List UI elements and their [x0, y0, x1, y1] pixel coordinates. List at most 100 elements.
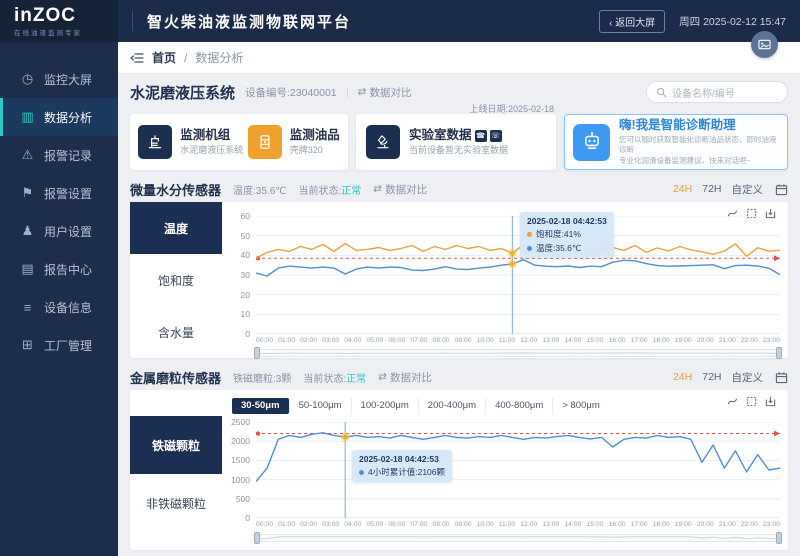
section-header-moisture: 微量水分传感器 温度:35.6℃ 当前状态:正常 ⇄数据对比 24H72H自定义 [130, 180, 788, 198]
range-自定义[interactable]: 自定义 [732, 370, 764, 385]
search-icon [656, 87, 667, 98]
status-normal: 正常 [341, 186, 361, 197]
factory-mgmt-icon: ⊞ [20, 337, 35, 353]
slider-left-handle[interactable] [254, 532, 260, 544]
search-placeholder: 设备名称/编号 [672, 85, 735, 100]
section1-compare-link[interactable]: ⇄数据对比 [373, 182, 427, 197]
range-72h[interactable]: 72H [702, 371, 721, 383]
breadcrumb-current: 数据分析 [195, 49, 243, 66]
alarm-records-icon: ⚠ [20, 147, 35, 163]
lab-data-card: 上线日期:2025-02-18 实验室数据☎☏ 当前设备暂无实验室数据 [356, 114, 556, 170]
moisture-chart-card: 温度饱和度含水量 0102030405060 00:0001:0002:0003… [130, 202, 788, 358]
menu-collapse-icon[interactable] [130, 52, 144, 64]
sidebar: ◷监控大屏▥数据分析⚠报警记录⚑报警设置♟用户设置▤报告中心≡设备信息⊞工厂管理 [0, 42, 118, 556]
oil-label: 监测油品 [290, 128, 340, 143]
particles-tabs: 铁磁颗粒非铁磁颗粒 [130, 390, 222, 550]
header-divider [132, 11, 133, 31]
slider-right-handle[interactable] [776, 347, 782, 359]
device-code: 设备编号:23040001 [245, 85, 337, 100]
particles-line-chart[interactable] [256, 422, 780, 518]
cumulative-dot [359, 470, 364, 475]
unit-value: 水泥磨液压系统 [180, 144, 243, 156]
device-compare-link[interactable]: ⇄ 数据对比 [358, 85, 412, 100]
range-24h[interactable]: 24H [673, 371, 692, 383]
saturation-dot [527, 232, 532, 237]
chart1-tooltip: 2025-02-18 04:42:53 饱和度:41% 温度:35.6℃ [520, 212, 614, 258]
size-filter-100-200μm[interactable]: 100-200μm [351, 398, 418, 414]
breadcrumb-separator: / [184, 51, 187, 65]
size-filter-200-400μm[interactable]: 200-400μm [418, 398, 485, 414]
sidebar-item-report-center[interactable]: ▤报告中心 [0, 250, 118, 288]
monitor-screen-icon: ◷ [20, 71, 35, 87]
chart1-datazoom-slider[interactable] [256, 349, 780, 357]
size-filter-> 800μm[interactable]: > 800μm [552, 398, 608, 414]
device-info-icon: ≡ [20, 300, 35, 315]
chart-tab-饱和度[interactable]: 饱和度 [130, 254, 222, 306]
section1-status: 当前状态:正常 [299, 182, 362, 197]
datazoom-icon[interactable] [727, 208, 738, 219]
machine-icon [138, 125, 172, 159]
sidebar-item-factory-mgmt[interactable]: ⊞工厂管理 [0, 326, 118, 364]
restore-frame-icon[interactable] [746, 208, 757, 219]
section2-status: 当前状态:正常 [303, 370, 366, 385]
particle-size-filters: 30-50μm50-100μm100-200μm200-400μm400-800… [232, 398, 609, 414]
lab-value: 当前设备暂无实验室数据 [409, 144, 508, 156]
screen-capture-button[interactable] [751, 31, 778, 58]
sidebar-item-device-info[interactable]: ≡设备信息 [0, 288, 118, 326]
size-filter-30-50μm[interactable]: 30-50μm [232, 398, 289, 414]
restore-frame-icon[interactable] [746, 396, 757, 407]
unit-label: 监测机组 [180, 128, 243, 143]
microscope-icon [366, 125, 400, 159]
moisture-line-chart[interactable] [256, 216, 780, 334]
sidebar-item-alarm-records[interactable]: ⚠报警记录 [0, 136, 118, 174]
chart-tab-铁磁颗粒[interactable]: 铁磁颗粒 [130, 416, 222, 474]
chart1-x-axis: 00:0001:0002:0003:0004:0005:0006:0007:00… [256, 337, 780, 344]
logo: inZOC 在线油液监测专家 [0, 0, 118, 42]
range-72h[interactable]: 72H [702, 183, 721, 195]
image-icon [758, 38, 771, 51]
chart-tab-非铁磁颗粒[interactable]: 非铁磁颗粒 [130, 474, 222, 532]
section1-title: 微量水分传感器 [130, 180, 221, 199]
section2-compare-link[interactable]: ⇄数据对比 [378, 370, 432, 385]
datazoom-icon[interactable] [727, 396, 738, 407]
save-image-icon[interactable] [765, 208, 776, 219]
sidebar-item-data-analysis[interactable]: ▥数据分析 [0, 98, 118, 136]
chart2-tooltip: 2025-02-18 04:42:53 4小时累计值:2106颗 [352, 450, 452, 482]
size-filter-50-100μm[interactable]: 50-100μm [289, 398, 351, 414]
main-content: 水泥磨液压系统 设备编号:23040001 ⇄ 数据对比 设备名称/编号 监测机… [118, 74, 800, 556]
breadcrumb-home[interactable]: 首页 [152, 49, 176, 66]
logo-text: inZOC [14, 6, 118, 25]
ai-title: 嗨!我是智能诊断助理 [619, 118, 779, 133]
lab-label: 实验室数据☎☏ [409, 128, 508, 143]
calendar-icon[interactable] [775, 183, 788, 196]
sidebar-item-monitor-screen[interactable]: ◷监控大屏 [0, 60, 118, 98]
chart2-datazoom-slider[interactable] [256, 534, 780, 542]
ai-assistant-card[interactable]: 嗨!我是智能诊断助理 您可以随时获取智能化诊断油品状态，即时油液诊断专业化润滑设… [564, 114, 788, 170]
size-filter-400-800μm[interactable]: 400-800μm [485, 398, 552, 414]
slider-right-handle[interactable] [776, 532, 782, 544]
moisture-tabs: 温度饱和度含水量 [130, 202, 222, 358]
breadcrumb: 首页 / 数据分析 [118, 42, 800, 74]
range-24h[interactable]: 24H [673, 183, 692, 195]
chart-tab-温度[interactable]: 温度 [130, 202, 222, 254]
slider-left-handle[interactable] [254, 347, 260, 359]
calendar-icon[interactable] [775, 371, 788, 384]
monitor-summary-card: 监测机组 水泥磨液压系统 监测油品 壳牌320 [130, 114, 348, 170]
monitored-oil: 监测油品 壳牌320 [248, 125, 340, 159]
sidebar-item-alarm-settings[interactable]: ⚑报警设置 [0, 174, 118, 212]
divider [347, 87, 348, 98]
chart-tab-含水量[interactable]: 含水量 [130, 306, 222, 358]
chart1-toolbox [727, 208, 776, 219]
device-title: 水泥磨液压系统 [130, 82, 235, 103]
back-to-bigscreen-button[interactable]: ‹ 返回大屏 [599, 10, 665, 33]
data-analysis-icon: ▥ [20, 109, 35, 125]
range-自定义[interactable]: 自定义 [732, 182, 764, 197]
oil-value: 壳牌320 [290, 144, 340, 156]
section2-title: 金属磨粒传感器 [130, 368, 221, 387]
report-center-icon: ▤ [20, 261, 35, 277]
device-search-input[interactable]: 设备名称/编号 [646, 81, 788, 103]
phone-icon[interactable]: ☎ [475, 130, 487, 142]
sidebar-item-user-settings[interactable]: ♟用户设置 [0, 212, 118, 250]
save-image-icon[interactable] [765, 396, 776, 407]
headset-icon[interactable]: ☏ [490, 130, 502, 142]
